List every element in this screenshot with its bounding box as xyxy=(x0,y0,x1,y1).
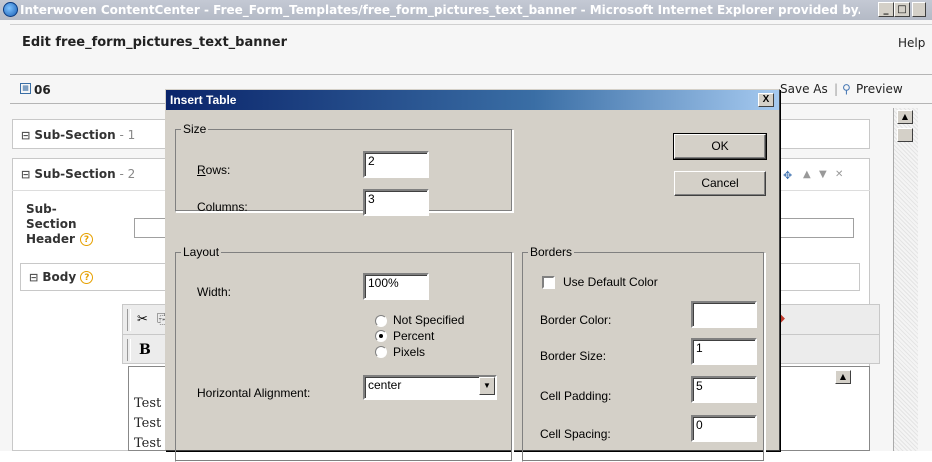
width-radio-pixels[interactable] xyxy=(375,346,387,358)
border-color-label: Border Color: xyxy=(540,313,612,327)
subsection-header-input[interactable] xyxy=(134,218,166,238)
minimize-icon[interactable]: _ xyxy=(878,2,894,17)
window-title: Interwoven ContentCenter - Free_Form_Tem… xyxy=(20,3,860,17)
bold-button[interactable]: B xyxy=(139,342,151,358)
width-option-label: Percent xyxy=(393,329,435,343)
item-id: 06 xyxy=(34,83,51,97)
help-link[interactable]: Help xyxy=(898,36,925,50)
rows-label: Rows: xyxy=(197,163,231,177)
page-scrollbar[interactable] xyxy=(893,108,918,451)
move-up-icon[interactable]: ▲ xyxy=(803,169,811,180)
collapse-toggle-icon[interactable]: ⊟ xyxy=(29,271,38,284)
scroll-up-icon[interactable]: ▲ xyxy=(897,110,913,124)
editor-text-line: Test xyxy=(134,416,162,431)
ie-icon xyxy=(3,2,18,17)
columns-input[interactable]: 3 xyxy=(363,189,429,216)
cell-spacing-label: Cell Spacing: xyxy=(540,427,611,441)
move-down-icon[interactable]: ▼ xyxy=(819,169,827,180)
dialog-titlebar[interactable]: Insert Table X xyxy=(166,90,779,110)
borders-group-label: Borders xyxy=(528,245,575,259)
editor-text-line: Test xyxy=(134,436,162,451)
width-input[interactable]: 100% xyxy=(363,273,429,300)
columns-label: Columns: xyxy=(197,200,248,214)
layout-group xyxy=(175,252,513,462)
subsection-header-input-right[interactable] xyxy=(780,218,854,238)
cell-padding-input[interactable]: 5 xyxy=(691,376,757,403)
chevron-down-icon[interactable]: ▼ xyxy=(479,377,495,395)
halign-label: Horizontal Alignment: xyxy=(197,386,311,400)
width-option-label: Not Specified xyxy=(393,313,465,327)
editor-scroll-up-icon[interactable]: ▲ xyxy=(835,370,851,384)
help-icon[interactable]: ? xyxy=(80,271,94,284)
width-option-label: Pixels xyxy=(393,345,426,359)
help-icon[interactable]: ? xyxy=(80,233,93,246)
rows-input[interactable]: 2 xyxy=(363,151,429,178)
maximize-icon[interactable]: □ xyxy=(894,2,910,17)
dialog-close-icon[interactable]: X xyxy=(758,93,774,107)
subsection-label: Sub-Section xyxy=(34,128,116,142)
size-group-label: Size xyxy=(181,122,209,136)
item-icon: ▦ xyxy=(20,83,31,94)
move-icon[interactable]: ✥ xyxy=(783,169,792,182)
subsection-label: Sub-Section xyxy=(34,167,116,181)
delete-icon[interactable]: ✕ xyxy=(835,169,843,180)
border-color-input[interactable] xyxy=(691,301,757,328)
save-as-button[interactable]: Save As xyxy=(780,82,828,96)
dialog-title: Insert Table xyxy=(170,93,237,107)
insert-table-dialog: Insert Table X Size Rows: 2 Columns: 3 O… xyxy=(165,89,780,462)
preview-button[interactable]: Preview xyxy=(856,82,903,96)
width-label: Width: xyxy=(197,285,232,299)
cell-spacing-input[interactable]: 0 xyxy=(691,415,757,442)
layout-group-label: Layout xyxy=(181,245,222,259)
magnifier-icon: ⚲ xyxy=(842,82,851,96)
window-titlebar: Interwoven ContentCenter - Free_Form_Tem… xyxy=(0,0,932,20)
cut-icon[interactable]: ✂ xyxy=(137,312,148,327)
use-default-color-checkbox[interactable] xyxy=(542,276,555,289)
halign-select[interactable]: center xyxy=(363,375,497,400)
editor-text-line: Test xyxy=(134,396,162,411)
width-radio-not-specified[interactable] xyxy=(375,315,387,327)
collapse-toggle-icon[interactable]: ⊟ xyxy=(21,168,30,181)
use-default-color-label: Use Default Color xyxy=(563,275,658,289)
cancel-button[interactable]: Cancel xyxy=(674,171,766,196)
scroll-thumb[interactable] xyxy=(897,128,913,142)
border-size-label: Border Size: xyxy=(540,349,607,363)
body-label: Body xyxy=(42,270,77,284)
page-title: Edit free_form_pictures_text_banner xyxy=(22,35,287,50)
cell-padding-label: Cell Padding: xyxy=(540,389,612,403)
width-radio-percent[interactable] xyxy=(375,330,387,342)
close-icon[interactable] xyxy=(912,2,926,17)
ok-button[interactable]: OK xyxy=(673,133,767,160)
border-size-input[interactable]: 1 xyxy=(691,338,757,365)
collapse-toggle-icon[interactable]: ⊟ xyxy=(21,129,30,142)
